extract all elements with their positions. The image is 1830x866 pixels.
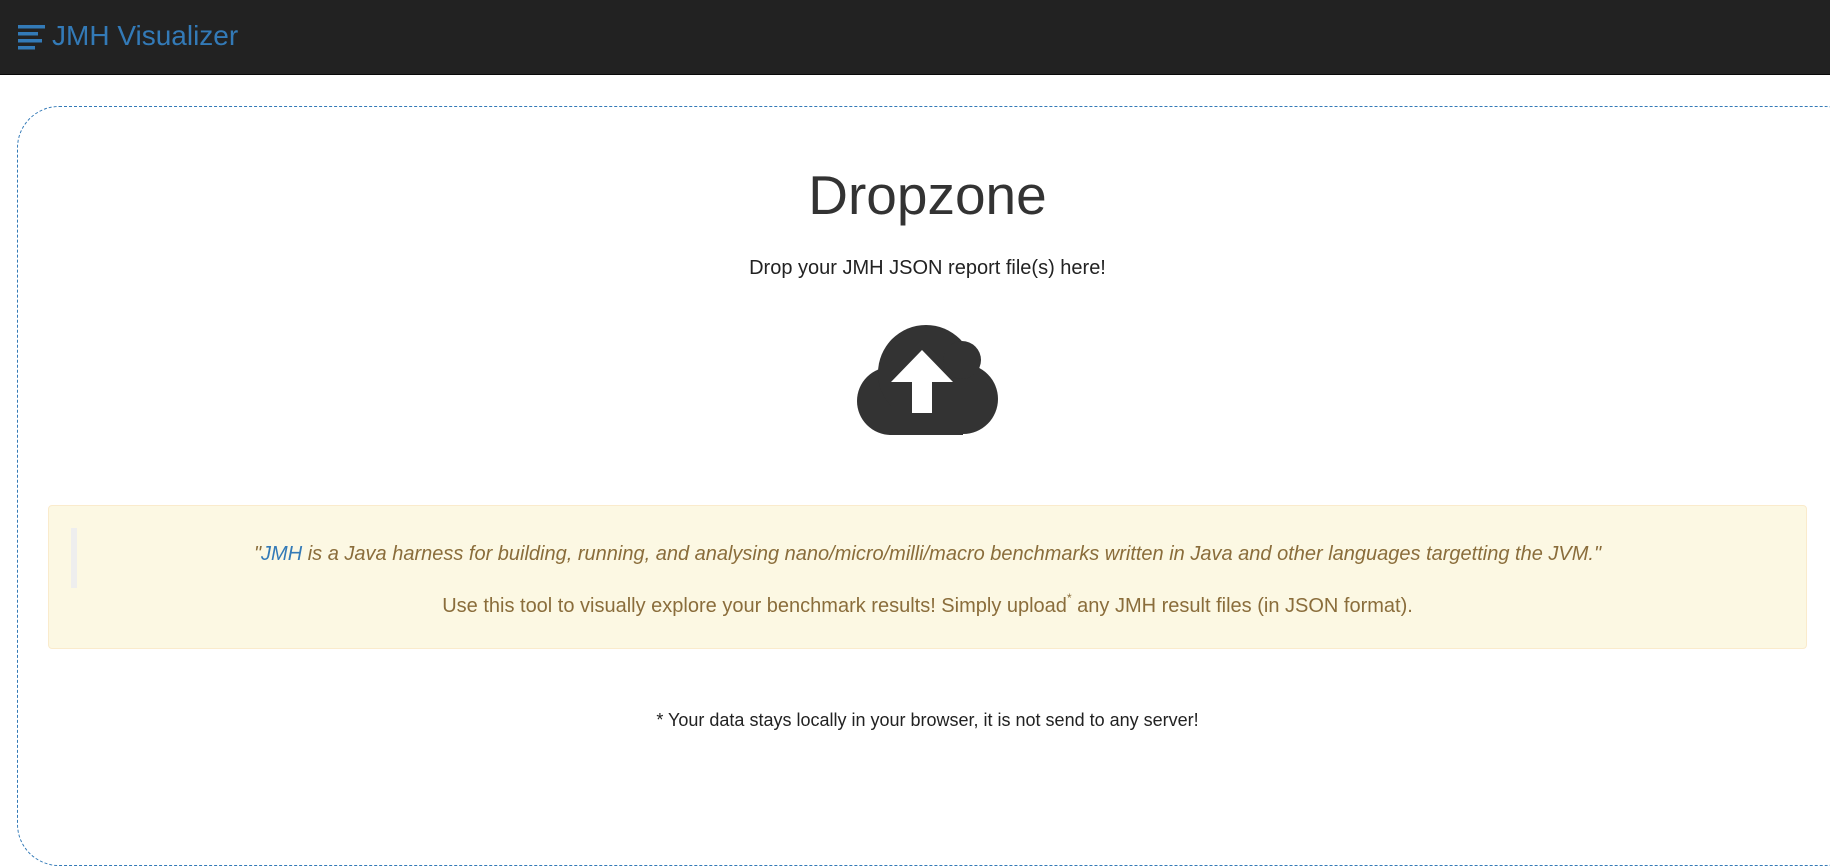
align-left-icon bbox=[18, 25, 45, 50]
page-title: Dropzone bbox=[808, 164, 1047, 226]
info-alert: "JMH is a Java harness for building, run… bbox=[48, 505, 1807, 649]
usage-text: Use this tool to visually explore your b… bbox=[49, 592, 1806, 620]
brand-link[interactable]: JMH Visualizer bbox=[18, 19, 238, 53]
privacy-footnote: * Your data stays locally in your browse… bbox=[656, 710, 1199, 730]
jmh-quote: "JMH is a Java harness for building, run… bbox=[89, 540, 1766, 568]
quote-border bbox=[71, 528, 77, 588]
quote-open-mark: " bbox=[253, 543, 262, 565]
jmh-link[interactable]: JMH bbox=[261, 543, 302, 565]
dropzone-instructions: Drop your JMH JSON report file(s) here! bbox=[749, 257, 1106, 279]
brand-label: JMH Visualizer bbox=[52, 20, 239, 51]
usage-text-start: Use this tool to visually explore your b… bbox=[442, 595, 1067, 617]
cloud-upload-icon[interactable] bbox=[851, 323, 1003, 435]
navbar: JMH Visualizer bbox=[0, 0, 1830, 75]
quote-text: is a Java harness for building, running,… bbox=[302, 543, 1602, 565]
usage-text-end: any JMH result files (in JSON format). bbox=[1071, 595, 1413, 617]
footnote-mark: * bbox=[1066, 591, 1072, 606]
